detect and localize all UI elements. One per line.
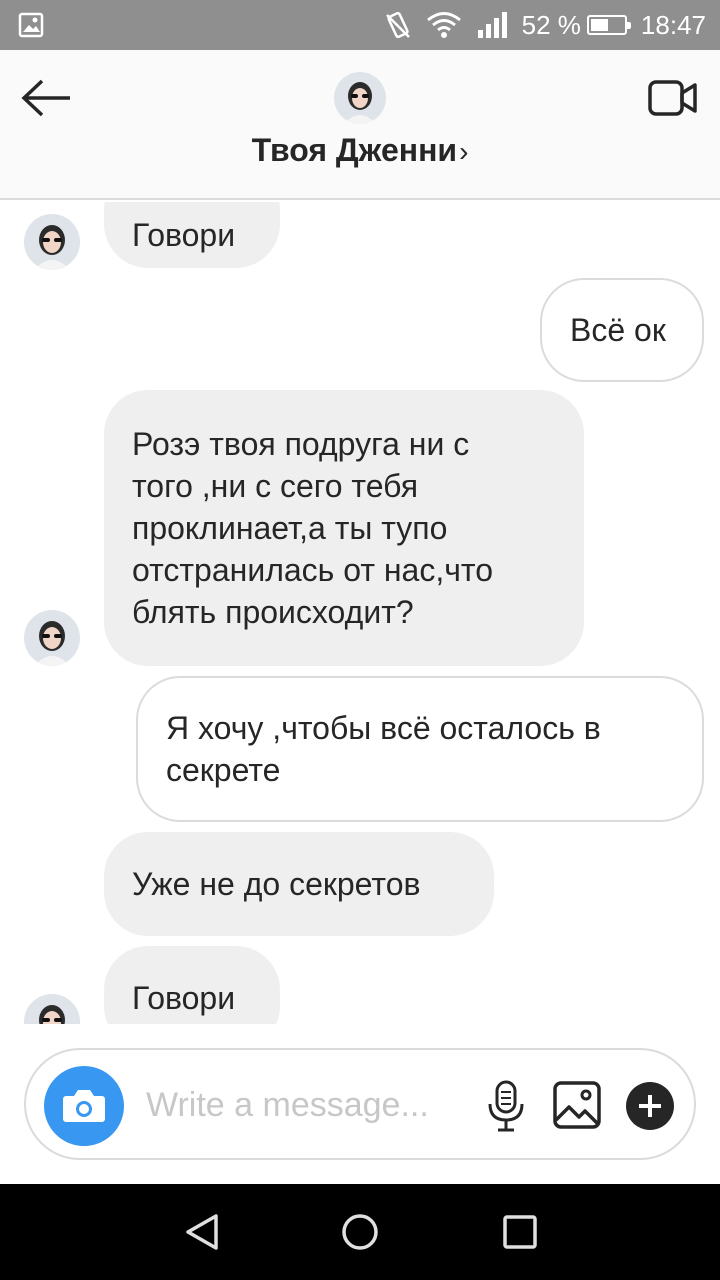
message-text: Всё ок: [570, 312, 666, 348]
message-bubble-outgoing[interactable]: Всё ок: [540, 278, 704, 382]
chevron-right-icon: ›: [459, 136, 469, 167]
nav-recents-button[interactable]: [496, 1208, 544, 1256]
message-bubble-incoming[interactable]: Говори: [104, 202, 280, 268]
message-text-line: того ,ни с сего тебя: [132, 468, 419, 504]
chat-header: Твоя Дженни›: [0, 50, 720, 200]
message-composer: [24, 1048, 696, 1160]
message-text: Говори: [132, 217, 236, 253]
message-text-line: секрете: [166, 752, 281, 788]
wifi-icon: [426, 11, 462, 39]
clock: 18:47: [640, 9, 706, 40]
back-button[interactable]: [20, 78, 76, 118]
plus-icon: [639, 1095, 661, 1117]
square-recents-icon: [503, 1215, 537, 1249]
message-text-line: Розэ твоя подруга ни с: [132, 426, 470, 462]
status-bar: 52 % 18:47: [0, 0, 720, 50]
message-bubble-incoming[interactable]: Уже не до секретов: [104, 832, 494, 936]
message-bubble-incoming[interactable]: Говори: [104, 946, 280, 1024]
camera-button[interactable]: [44, 1066, 124, 1146]
sender-avatar[interactable]: [24, 994, 80, 1024]
message-bubble-outgoing[interactable]: Я хочу ,чтобы всё осталось в секрете: [136, 676, 704, 822]
message-text-line: блять происходит?: [132, 594, 414, 630]
battery-icon: [586, 15, 631, 35]
nav-back-button[interactable]: [178, 1208, 226, 1256]
message-input[interactable]: [146, 1080, 456, 1130]
message-text: Говори: [132, 980, 236, 1016]
sender-avatar[interactable]: [24, 610, 80, 666]
video-camera-icon: [648, 80, 697, 116]
sender-avatar[interactable]: [24, 214, 80, 270]
gallery-icon: [553, 1081, 601, 1129]
arrow-left-icon: [21, 79, 70, 117]
signal-icon: [476, 11, 508, 39]
contact-name-button[interactable]: Твоя Дженни›: [0, 132, 720, 169]
message-text: Уже не до секретов: [132, 866, 421, 902]
microphone-icon: [488, 1080, 524, 1132]
system-navigation-bar: [0, 1184, 720, 1280]
more-options-button[interactable]: [626, 1082, 674, 1130]
image-notification-icon: [18, 12, 44, 38]
triangle-back-icon: [186, 1214, 218, 1250]
gallery-button[interactable]: [552, 1080, 602, 1130]
nav-home-button[interactable]: [336, 1208, 384, 1256]
message-text-line: Я хочу ,чтобы всё осталось в: [166, 710, 601, 746]
circle-home-icon: [342, 1214, 378, 1250]
battery-percent: 52 %: [521, 9, 581, 40]
camera-icon: [63, 1090, 105, 1122]
voice-message-button[interactable]: [484, 1078, 528, 1134]
video-call-button[interactable]: [648, 78, 698, 118]
message-bubble-incoming[interactable]: Розэ твоя подруга ни с того ,ни с сего т…: [104, 390, 584, 666]
message-text-line: проклинает,а ты тупо: [132, 510, 448, 546]
contact-avatar[interactable]: [334, 72, 386, 124]
vibrate-icon: [384, 10, 412, 40]
contact-name: Твоя Дженни: [251, 132, 458, 168]
message-text-line: отстранилась от нас,что: [132, 552, 493, 588]
message-thread[interactable]: Говори Всё ок Розэ твоя подруга ни с тог…: [0, 202, 720, 1024]
